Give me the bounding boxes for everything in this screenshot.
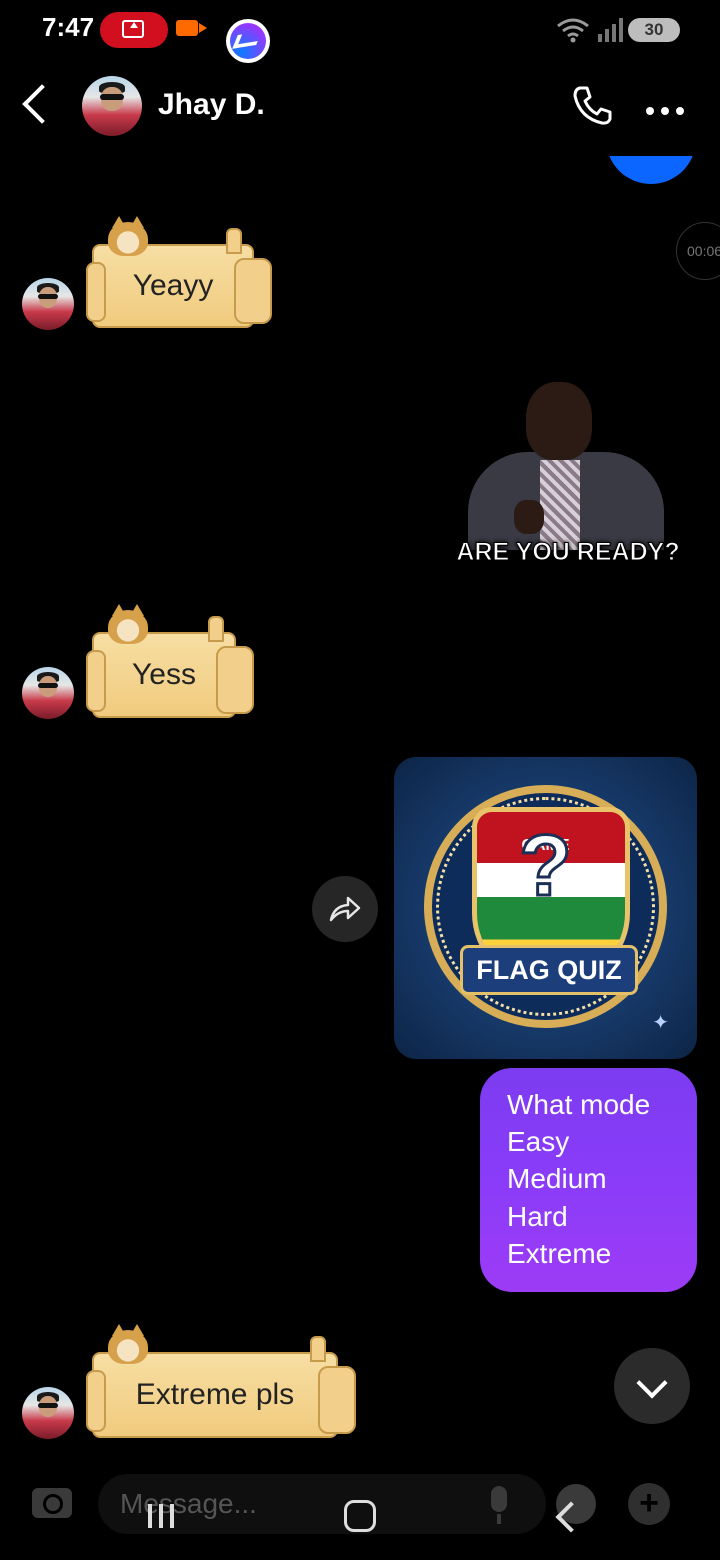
- question-mark: ?: [518, 817, 574, 916]
- contact-avatar[interactable]: [22, 1387, 74, 1439]
- sent-message-bubble[interactable]: What mode Easy Medium Hard Extreme: [480, 1068, 697, 1292]
- video-camera-icon: [176, 20, 207, 36]
- message-line: What mode: [507, 1089, 651, 1120]
- more-icon[interactable]: [646, 95, 684, 116]
- sticker-text: Extreme pls: [135, 1378, 295, 1411]
- microphone-icon[interactable]: [484, 1486, 514, 1524]
- share-button[interactable]: [312, 876, 378, 942]
- battery-icon: 30: [628, 18, 680, 42]
- sparkle-icon: ✦: [652, 1012, 669, 1034]
- message-line: Easy: [507, 1126, 570, 1157]
- status-time: 7:47: [42, 12, 95, 42]
- screen-record-icon[interactable]: [100, 12, 168, 48]
- flag-quiz-image[interactable]: GAME ? FLAG QUIZ ✦: [394, 757, 697, 1059]
- sticker-message[interactable]: Yess: [86, 604, 254, 718]
- message-line: Hard: [507, 1201, 568, 1232]
- quiz-title: FLAG QUIZ: [460, 945, 638, 995]
- sticker-text: Yess: [132, 658, 196, 691]
- avatar[interactable]: [82, 76, 142, 136]
- previous-message-bubble[interactable]: [606, 156, 696, 184]
- back-icon[interactable]: [22, 84, 62, 124]
- scroll-to-bottom-button[interactable]: [614, 1348, 690, 1424]
- message-line: Medium: [507, 1163, 607, 1194]
- phone-icon[interactable]: [572, 84, 614, 126]
- playback-timer: 00:06: [676, 222, 720, 280]
- messenger-icon: [226, 19, 270, 63]
- camera-icon[interactable]: [32, 1488, 72, 1518]
- home-icon[interactable]: [344, 1500, 376, 1532]
- message-line: Extreme: [507, 1238, 612, 1269]
- contact-avatar[interactable]: [22, 278, 74, 330]
- wifi-icon: [556, 16, 590, 44]
- signal-icon: [598, 18, 623, 42]
- recent-apps-icon[interactable]: [146, 1500, 176, 1530]
- contact-avatar[interactable]: [22, 667, 74, 719]
- sticker-message[interactable]: Extreme pls: [86, 1324, 356, 1438]
- sticker-text: Yeayy: [132, 269, 214, 302]
- sticker-message[interactable]: Yeayy: [86, 216, 272, 328]
- gif-caption: ARE YOU READY?: [456, 538, 680, 567]
- add-icon[interactable]: +: [628, 1483, 670, 1525]
- chevron-down-icon: [636, 1367, 668, 1399]
- gif-message[interactable]: ARE YOU READY?: [448, 380, 688, 575]
- contact-name[interactable]: Jhay D.: [158, 88, 265, 122]
